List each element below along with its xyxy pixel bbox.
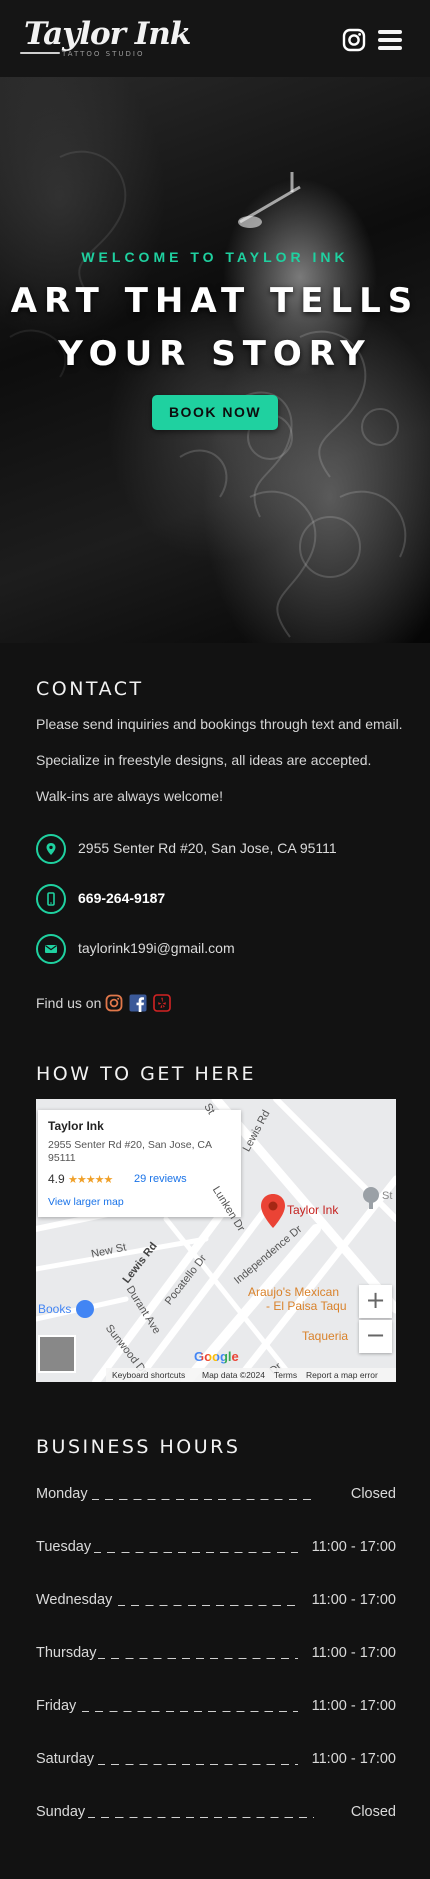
hours-leader — [118, 1605, 298, 1606]
directions-title: HOW TO GET HERE — [36, 1063, 257, 1085]
yelp-icon[interactable] — [153, 994, 171, 1012]
view-larger-map-link[interactable]: View larger map — [48, 1196, 124, 1208]
google-logo-text: Google — [194, 1349, 239, 1364]
phone-row: 669-264-9187 — [36, 884, 396, 914]
location-pin-icon — [36, 834, 66, 864]
hours-day: Thursday — [36, 1645, 97, 1661]
map-pin-label: Taylor Ink — [287, 1203, 339, 1217]
hours-day: Tuesday — [36, 1539, 92, 1555]
address-row: 2955 Senter Rd #20, San Jose, CA 95111 — [36, 834, 396, 864]
instagram-icon[interactable] — [105, 994, 123, 1012]
book-now-button[interactable]: BOOK NOW — [152, 395, 278, 430]
facebook-icon[interactable] — [129, 994, 147, 1012]
map-place-label: Taqueria — [302, 1329, 349, 1343]
hours-row: Saturday 11:00 - 17:00 — [36, 1751, 396, 1773]
contact-title: CONTACT — [36, 678, 144, 700]
hours-time: 11:00 - 17:00 — [311, 1645, 396, 1661]
contact-paragraph: Please send inquiries and bookings throu… — [36, 716, 403, 732]
map-reviews-link[interactable]: 29 reviews — [134, 1173, 187, 1185]
star-rating-icon: ★★★★★ — [68, 1174, 113, 1186]
hours-leader — [88, 1817, 314, 1818]
hours-row: Monday Closed — [36, 1486, 396, 1508]
hero-title: ART THAT TELLS YOUR STORY — [0, 275, 430, 381]
hours-row: Thursday 11:00 - 17:00 — [36, 1645, 396, 1667]
satellite-toggle-thumbnail[interactable] — [38, 1335, 76, 1373]
hours-row: Sunday Closed — [36, 1804, 396, 1826]
map-data-text: Map data ©2024 — [202, 1370, 265, 1380]
contact-paragraph: Specialize in freestyle designs, all ide… — [36, 752, 372, 768]
map-place-label: St — [382, 1190, 393, 1202]
hours-time: Closed — [350, 1804, 396, 1820]
address-text[interactable]: 2955 Senter Rd #20, San Jose, CA 95111 — [78, 840, 337, 856]
logo-swash — [20, 52, 60, 54]
hours-leader — [98, 1764, 298, 1765]
map-place-label: - El Paisa Taqu — [266, 1299, 347, 1313]
site-header: Taylor Ink TATTOO STUDIO — [0, 0, 430, 77]
map-place-card: Taylor Ink 2955 Senter Rd #20, San Jose,… — [38, 1110, 241, 1217]
hours-leader — [82, 1711, 298, 1712]
phone-text[interactable]: 669-264-9187 — [78, 890, 165, 906]
hours-title: BUSINESS HOURS — [36, 1436, 241, 1458]
hero-title-line2: YOUR STORY — [58, 334, 372, 374]
email-text[interactable]: taylorink199i@gmail.com — [78, 940, 235, 956]
phone-icon — [36, 884, 66, 914]
hours-time: Closed — [350, 1486, 396, 1502]
hours-leader — [98, 1658, 298, 1659]
hours-day: Friday — [36, 1698, 77, 1714]
map-place-name: Taylor Ink — [48, 1119, 104, 1133]
hours-day: Wednesday — [36, 1592, 113, 1608]
contact-paragraph: Walk-ins are always welcome! — [36, 788, 223, 804]
instagram-icon[interactable] — [342, 28, 366, 52]
map-pin-icon[interactable] — [260, 1193, 286, 1229]
hours-time: 11:00 - 17:00 — [311, 1592, 396, 1608]
hours-time: 11:00 - 17:00 — [311, 1539, 396, 1555]
hero-eyebrow: WELCOME TO TAYLOR INK — [81, 249, 349, 265]
terms-link[interactable]: Terms — [274, 1370, 297, 1380]
map-rating: 4.9 ★★★★★ — [48, 1172, 113, 1186]
map-place-label: Araujo's Mexican — [248, 1285, 339, 1299]
hours-time: 11:00 - 17:00 — [311, 1751, 396, 1767]
map-zoom-out-button[interactable]: − — [359, 1320, 392, 1353]
report-map-error-link[interactable]: Report a map error — [306, 1370, 378, 1380]
logo-wordmark: Taylor Ink — [24, 16, 191, 52]
hero-title-line1: ART THAT TELLS — [10, 281, 420, 321]
hours-day: Saturday — [36, 1751, 95, 1767]
hours-day: Sunday — [36, 1804, 86, 1820]
map-zoom-in-button[interactable]: + — [359, 1285, 392, 1318]
hours-row: Friday 11:00 - 17:00 — [36, 1698, 396, 1720]
map-rating-value: 4.9 — [48, 1172, 65, 1186]
map-place-address: 2955 Senter Rd #20, San Jose, CA 95111 — [48, 1139, 212, 1164]
find-us-row: Find us on — [36, 994, 336, 1014]
logo-tagline: TATTOO STUDIO — [62, 50, 145, 58]
logo[interactable]: Taylor Ink TATTOO STUDIO — [20, 14, 191, 64]
hero-banner: WELCOME TO TAYLOR INK ART THAT TELLS YOU… — [0, 77, 430, 643]
email-row: taylorink199i@gmail.com — [36, 934, 396, 964]
hours-leader — [94, 1552, 298, 1553]
mail-icon — [36, 934, 66, 964]
map-footer: Keyboard shortcuts Map data ©2024 Terms … — [106, 1368, 396, 1382]
hours-row: Tuesday 11:00 - 17:00 — [36, 1539, 396, 1561]
hamburger-menu-icon[interactable] — [378, 30, 402, 50]
hours-row: Wednesday 11:00 - 17:00 — [36, 1592, 396, 1614]
hours-leader — [92, 1499, 314, 1500]
google-logo: Google — [194, 1349, 239, 1364]
keyboard-shortcuts-link[interactable]: Keyboard shortcuts — [112, 1370, 185, 1380]
find-us-label: Find us on — [36, 995, 102, 1011]
hours-time: 11:00 - 17:00 — [311, 1698, 396, 1714]
hours-day: Monday — [36, 1486, 88, 1502]
embedded-map[interactable]: Taylor Ink 2955 Senter Rd #20, San Jose,… — [36, 1099, 396, 1382]
map-place-label: Books — [38, 1302, 72, 1316]
